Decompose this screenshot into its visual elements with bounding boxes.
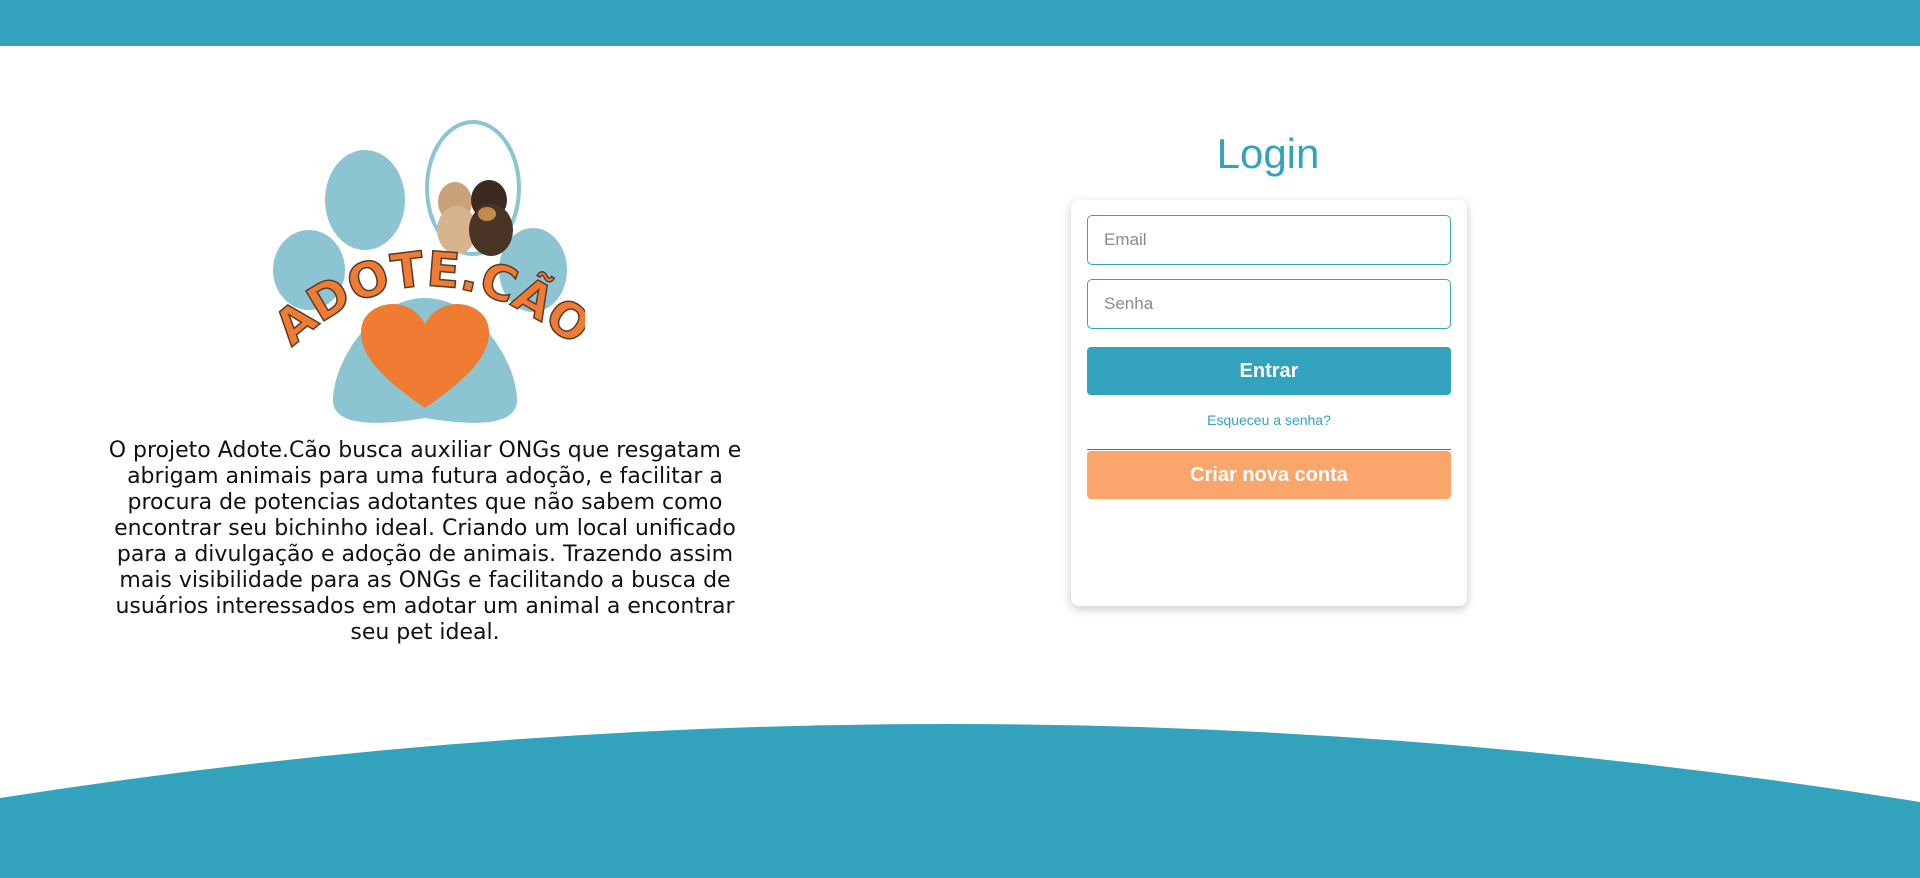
login-button[interactable]: Entrar (1087, 347, 1451, 395)
adote-cao-logo: ADOTE.CÃO (265, 118, 585, 428)
create-account-button[interactable]: Criar nova conta (1087, 451, 1451, 499)
top-bar (0, 0, 1920, 46)
login-card: Entrar Esqueceu a senha? Criar nova cont… (1071, 200, 1467, 606)
forgot-password-link[interactable]: Esqueceu a senha? (1071, 412, 1467, 428)
password-field[interactable] (1087, 279, 1451, 329)
paw-logo-graphic: ADOTE.CÃO (265, 120, 585, 423)
divider (1087, 449, 1451, 450)
paw-toe-left (325, 150, 405, 250)
about-section: ADOTE.CÃO O projeto Adote.Cão busca auxi… (100, 118, 750, 646)
project-description: O projeto Adote.Cão busca auxiliar ONGs … (108, 438, 742, 645)
bottom-wave (0, 723, 1920, 878)
email-field[interactable] (1087, 215, 1451, 265)
login-title: Login (1216, 130, 1320, 177)
